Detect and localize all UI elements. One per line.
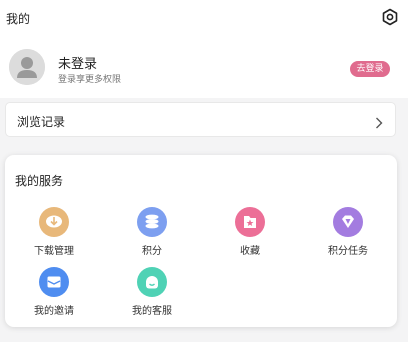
avatar[interactable]: [9, 49, 45, 85]
customer-service-icon: [137, 267, 167, 297]
service-label: 积分任务: [328, 246, 368, 257]
page-title: 我的: [6, 12, 31, 26]
browse-history-label: 浏览记录: [17, 115, 66, 129]
chevron-right-icon: [375, 114, 383, 129]
service-download-manager[interactable]: 下载管理: [13, 207, 93, 257]
service-my-invites[interactable]: 我的邀请: [13, 267, 93, 317]
service-label: 我的邀请: [34, 306, 74, 317]
login-button[interactable]: 去登录: [350, 61, 390, 77]
profile-section[interactable]: 未登录 登录享更多权限 去登录: [0, 34, 408, 98]
service-points[interactable]: 积分: [111, 207, 191, 257]
settings-icon[interactable]: [381, 8, 399, 26]
download-icon: [39, 207, 69, 237]
service-label: 下载管理: [34, 246, 74, 257]
service-label: 积分: [142, 246, 162, 257]
service-customer-service[interactable]: 我的客服: [111, 267, 191, 317]
username: 未登录: [58, 57, 98, 72]
login-hint: 登录享更多权限: [58, 75, 122, 85]
mail-icon: [39, 267, 69, 297]
browse-history-row[interactable]: 浏览记录: [5, 102, 396, 137]
service-label: 收藏: [240, 246, 260, 257]
coins-icon: [137, 207, 167, 237]
service-label: 我的客服: [132, 306, 172, 317]
services-title: 我的服务: [15, 174, 64, 188]
diamond-icon: [333, 207, 363, 237]
services-card: 我的服务 下载管理 积分 收藏 积分任务 我的邀请 我的客服: [5, 155, 397, 327]
service-point-tasks[interactable]: 积分任务: [307, 207, 387, 257]
service-favorites[interactable]: 收藏: [209, 207, 289, 257]
favorite-icon: [235, 207, 265, 237]
top-bar: 我的: [0, 0, 408, 34]
